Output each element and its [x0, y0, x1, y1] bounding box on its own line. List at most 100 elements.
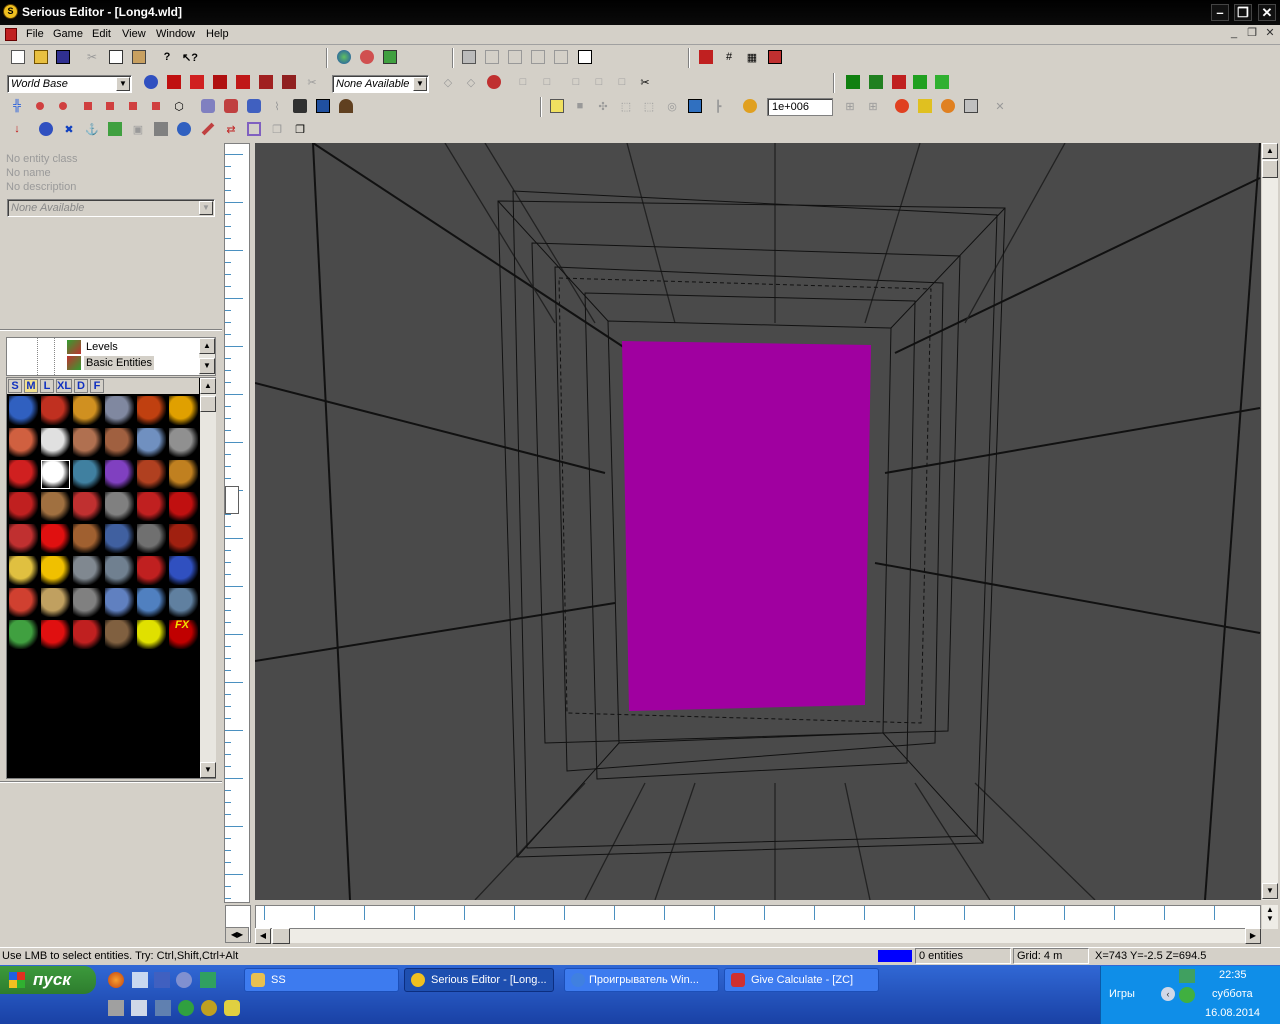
tool-disabled-icon[interactable]: ⊞ [840, 96, 860, 116]
vertical-ruler[interactable] [224, 143, 250, 903]
entity-class-tile[interactable] [105, 588, 134, 617]
entity-class-tile[interactable] [169, 588, 198, 617]
select-mode-icon[interactable]: ╬ [7, 96, 27, 116]
entity-class-tile[interactable] [9, 524, 38, 553]
boxes-icon[interactable]: ❐ [290, 119, 310, 139]
entity-class-tile[interactable] [105, 620, 134, 649]
entity-class-tile[interactable] [137, 460, 166, 489]
entity-class-tile[interactable] [137, 620, 166, 649]
primitive-icon[interactable] [547, 96, 567, 116]
entity-class-tile[interactable] [137, 492, 166, 521]
entity-class-tile[interactable] [41, 460, 70, 489]
entity-class-tile[interactable] [137, 556, 166, 585]
menu-edit[interactable]: Edit [92, 28, 111, 40]
polygon-mode-icon[interactable] [53, 96, 73, 116]
quicklaunch-icon[interactable] [201, 1000, 217, 1016]
brush-mode-icon[interactable] [146, 96, 166, 116]
close-button[interactable]: ✕ [1258, 4, 1276, 21]
tool-disabled-icon[interactable]: ⊞ [863, 96, 883, 116]
save-icon[interactable] [53, 47, 73, 67]
brush-erase-icon[interactable] [279, 72, 299, 92]
scroll-down-button[interactable]: ▼ [200, 762, 216, 778]
entity-class-tile[interactable] [137, 428, 166, 457]
network-icon[interactable] [1179, 969, 1195, 983]
layer-check-icon[interactable] [910, 72, 930, 92]
globe-icon[interactable] [334, 47, 354, 67]
palette-scrollbar[interactable]: ▲ ▼ [200, 378, 216, 778]
screenshot-icon[interactable] [313, 96, 333, 116]
entity-class-tile[interactable] [73, 620, 102, 649]
quicklaunch-icon[interactable] [200, 972, 216, 988]
tool-disabled-icon[interactable]: ◇ [438, 72, 458, 92]
size-tab-f[interactable]: F [90, 379, 104, 393]
entity-class-tile[interactable] [137, 524, 166, 553]
entity-class-tile[interactable] [73, 492, 102, 521]
entity-class-tile[interactable] [73, 588, 102, 617]
link-icon[interactable]: ⇄ [221, 119, 241, 139]
spark4-icon[interactable] [961, 96, 981, 116]
entity-mode-icon[interactable] [30, 96, 50, 116]
mesh-icon[interactable] [36, 119, 56, 139]
task-media-player[interactable]: Проигрыватель Win... [564, 968, 719, 992]
entity-class-tile[interactable] [137, 396, 166, 425]
view-two-h-icon[interactable] [482, 47, 502, 67]
entity-class-tile[interactable] [105, 556, 134, 585]
drop-icon[interactable]: ↓ [7, 119, 27, 139]
entity-class-tile[interactable] [169, 524, 198, 553]
cut-icon[interactable]: ✂ [84, 47, 104, 67]
size-tab-s[interactable]: S [8, 379, 22, 393]
menu-game[interactable]: Game [53, 28, 83, 40]
view-two-v-icon[interactable] [505, 47, 525, 67]
grid-value-input[interactable]: 1e+006 [767, 98, 833, 116]
spark3-icon[interactable] [938, 96, 958, 116]
globe2-icon[interactable] [174, 119, 194, 139]
image-icon[interactable] [685, 96, 705, 116]
scroll-up-button[interactable]: ▲ [200, 378, 216, 394]
tree-item-levels[interactable]: Levels [86, 341, 118, 353]
menu-file[interactable]: File [26, 28, 44, 40]
scroll-down-button[interactable]: ▼ [1262, 883, 1278, 899]
mdi-restore-button[interactable]: ❐ [1244, 27, 1260, 41]
task-serious-editor[interactable]: Serious Editor - [Long... [404, 968, 554, 992]
spark-icon[interactable] [892, 96, 912, 116]
entities-icon[interactable] [357, 47, 377, 67]
tool-a-icon[interactable] [198, 96, 218, 116]
minimize-button[interactable]: – [1211, 4, 1229, 21]
scroll-right-button[interactable]: ▶ [1245, 928, 1261, 944]
entity-class-tile[interactable] [73, 396, 102, 425]
spark2-icon[interactable] [915, 96, 935, 116]
scroll-thumb[interactable] [1262, 160, 1278, 178]
grid-icon[interactable]: ▦ [742, 47, 762, 67]
help-icon[interactable]: ? [157, 47, 177, 67]
tool-disabled-icon[interactable]: ✕ [990, 96, 1010, 116]
entity-class-tile[interactable] [9, 460, 38, 489]
fire-icon[interactable] [740, 96, 760, 116]
tool-disabled-icon[interactable]: □ [589, 72, 609, 92]
quicklaunch-icon[interactable] [154, 972, 170, 988]
tool-disabled-icon[interactable]: ⬚ [639, 96, 659, 116]
entity-class-tile[interactable] [105, 492, 134, 521]
tray-label[interactable]: Игры [1109, 988, 1135, 1000]
layer-edit-icon[interactable] [932, 72, 952, 92]
brush-x-icon[interactable] [256, 72, 276, 92]
entity-palette[interactable]: S M L XL D F FX ▲ ▼ [6, 377, 216, 779]
wand-icon[interactable] [198, 119, 218, 139]
scroll-left-button[interactable]: ◀ [255, 928, 271, 944]
entity-class-tile[interactable] [73, 524, 102, 553]
quicklaunch-icon[interactable] [131, 1000, 147, 1016]
entity-class-tile[interactable] [9, 556, 38, 585]
tool-disabled-icon[interactable]: ❐ [267, 119, 287, 139]
ruler-marker[interactable] [225, 486, 239, 514]
world-base-combo[interactable]: World Base ▼ [7, 75, 132, 93]
vertex-mode-icon[interactable] [100, 96, 120, 116]
open-folder-icon[interactable] [31, 47, 51, 67]
view-single-icon[interactable] [459, 47, 479, 67]
csg-icon[interactable] [696, 47, 716, 67]
viewport-scene[interactable] [255, 143, 1261, 900]
quicklaunch-icon[interactable] [178, 1000, 194, 1016]
entity-class-tile[interactable] [169, 460, 198, 489]
entity-class-tile[interactable] [169, 492, 198, 521]
entity-class-tile[interactable] [41, 620, 70, 649]
sector-mode-icon[interactable] [78, 96, 98, 116]
quicklaunch-icon[interactable] [224, 1000, 240, 1016]
